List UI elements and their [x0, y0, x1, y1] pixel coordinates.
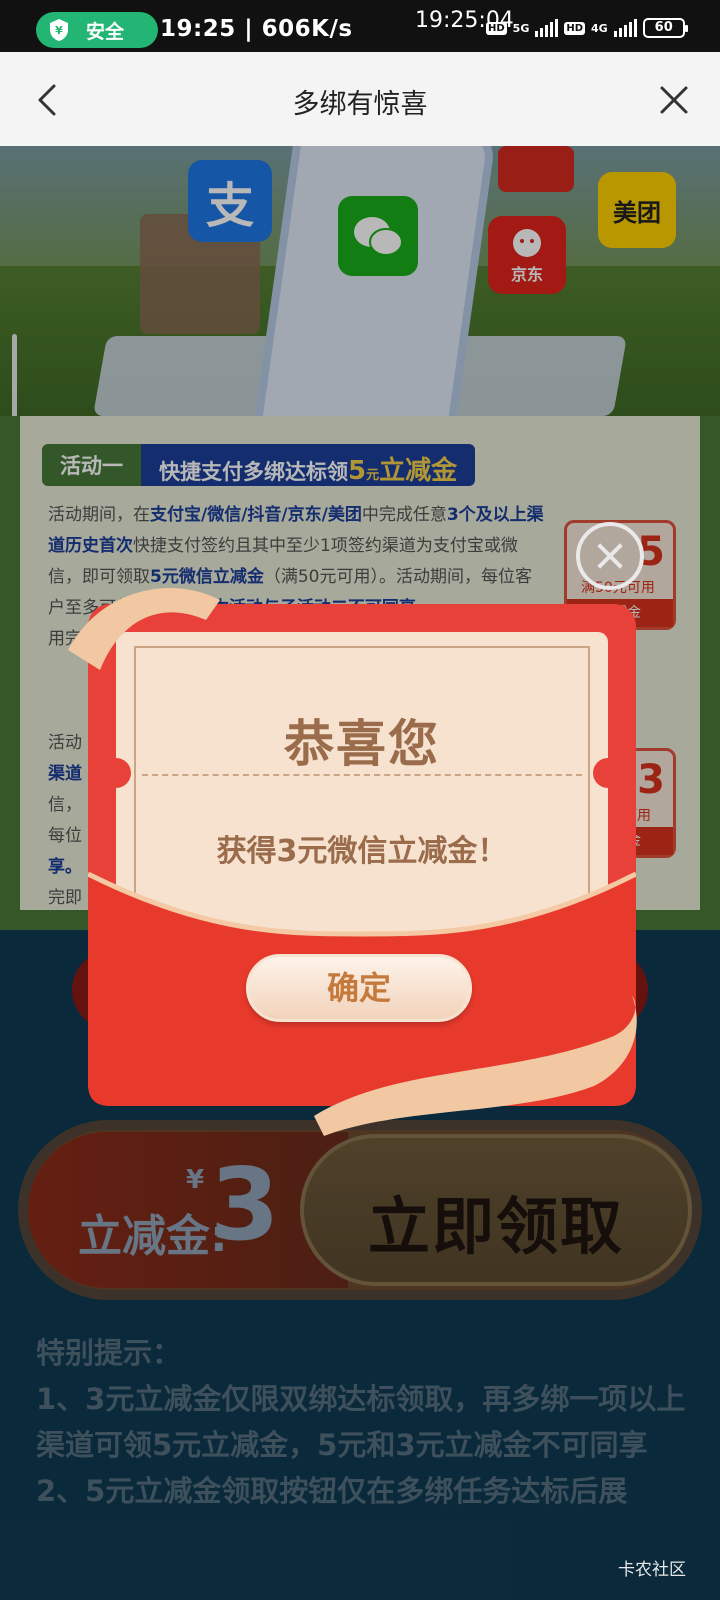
ribbon-bottom-right: [314, 996, 637, 1136]
page: ¥ 安全 19:25 | 606K/s 19:25:04 HD 5G HD 4G…: [0, 0, 720, 1600]
status-bar: ¥ 安全 19:25 | 606K/s 19:25:04 HD 5G HD 4G…: [0, 0, 720, 52]
ribbon-top-left: [68, 587, 220, 670]
close-circle-icon[interactable]: [576, 522, 644, 590]
security-label: 安全: [86, 20, 125, 43]
signal-icon: [535, 19, 559, 37]
page-title: 多绑有惊喜: [292, 89, 428, 120]
signal-icon-2: [613, 19, 637, 37]
close-icon[interactable]: [654, 80, 694, 120]
network-4g-label: 4G: [591, 21, 608, 35]
hd-icon: HD: [486, 21, 507, 35]
modal-title: 恭喜您: [284, 715, 440, 773]
network-5g-label: 5G: [512, 21, 530, 35]
shield-icon: ¥: [50, 19, 68, 41]
reward-modal: 恭喜您 获得3元微信立减金！ 确定: [68, 587, 637, 1136]
svg-text:¥: ¥: [55, 24, 63, 37]
hd-icon-2: HD: [564, 21, 586, 35]
security-pill: ¥ 安全: [36, 12, 158, 48]
nav-bar: 多绑有惊喜: [0, 52, 720, 146]
status-left-text: 19:25 | 606K/s: [160, 16, 353, 42]
battery-icon: 60: [642, 18, 688, 38]
status-icons: HD 5G HD 4G 60: [486, 18, 688, 38]
watermark: 卡农社区: [618, 1560, 686, 1580]
